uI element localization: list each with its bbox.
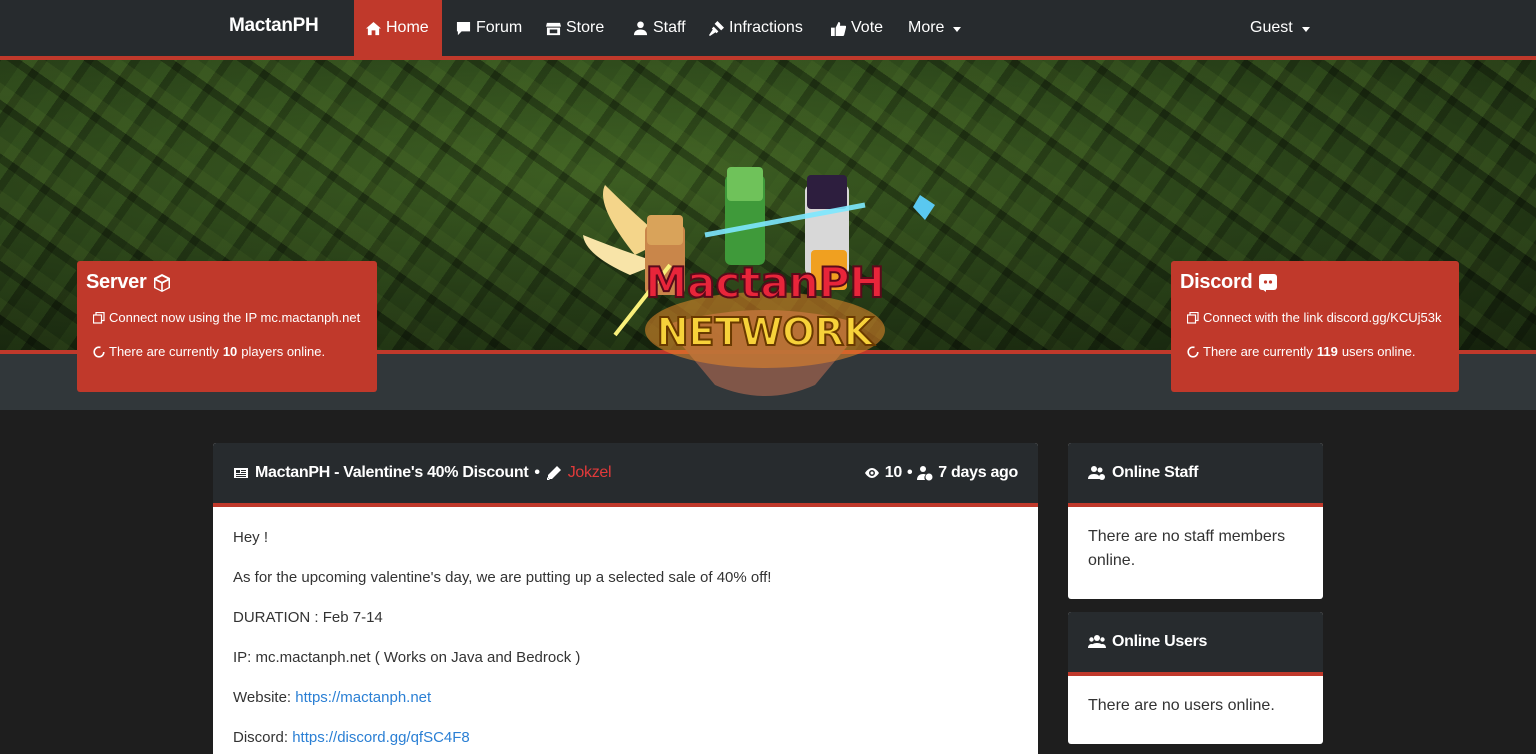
users-cog-icon (1088, 466, 1105, 480)
news-paragraph: Hey ! (233, 529, 269, 546)
gavel-icon (709, 20, 724, 36)
meta-separator: • (906, 464, 913, 481)
comment-icon (456, 21, 471, 35)
online-users-header: Online Users (1068, 612, 1323, 676)
logo-text-top: MactanPH (645, 258, 884, 307)
newspaper-icon (234, 468, 248, 478)
server-connect-line[interactable]: Connect now using the IP mc.mactanph.net (93, 310, 360, 325)
eye-icon (864, 468, 879, 478)
news-post-body: Hey ! As for the upcoming valentine's da… (213, 507, 1038, 754)
store-icon (546, 22, 561, 35)
discord-link[interactable]: https://discord.gg/qfSC4F8 (292, 729, 470, 746)
mactanph-network-logo: MactanPH NETWORK (583, 167, 935, 396)
nav-forum[interactable]: Forum (456, 0, 522, 56)
online-users-card: Online Users There are no users online. (1068, 612, 1323, 744)
cube-icon (154, 273, 171, 292)
online-staff-card: Online Staff There are no staff members … (1068, 443, 1323, 599)
nav-more-label: More (908, 19, 945, 36)
nav-forum-label: Forum (476, 19, 523, 36)
discord-info-card: Discord Connect with the link discord.gg… (1171, 261, 1459, 392)
chevron-down-icon (1301, 26, 1310, 32)
online-users-title: Online Users (1112, 633, 1208, 650)
nav-staff[interactable]: Staff (633, 0, 686, 56)
online-staff-title: Online Staff (1112, 464, 1199, 481)
online-users-body: There are no users online. (1088, 697, 1275, 714)
nav-vote[interactable]: Vote (831, 0, 883, 56)
news-paragraph: DURATION : Feb 7-14 (233, 609, 383, 626)
news-discord-line: Discord: https://discord.gg/qfSC4F8 (233, 729, 470, 746)
logo-text-bottom: NETWORK (657, 310, 875, 354)
spinner-icon (93, 345, 105, 358)
server-info-card: Server Connect now using the IP mc.macta… (77, 261, 377, 392)
news-paragraph: As for the upcoming valentine's day, we … (233, 569, 772, 586)
news-post-author[interactable]: Jokzel (568, 464, 612, 482)
guest-user-dropdown[interactable]: Guest (1250, 0, 1310, 56)
news-view-count: 10 (884, 464, 903, 481)
discord-user-count: 119 (1316, 344, 1338, 359)
server-player-count: 10 (222, 344, 238, 359)
spinner-icon (1187, 345, 1199, 358)
nav-infractions[interactable]: Infractions (709, 0, 803, 56)
thumbs-up-icon (831, 21, 846, 36)
top-navbar: MactanPH Home Forum Store Staff Infracti… (0, 0, 1536, 56)
server-online-line: There are currently 10 players online. (93, 344, 325, 359)
pencil-icon (546, 466, 561, 480)
news-post-time: 7 days ago (938, 464, 1018, 481)
nav-store[interactable]: Store (546, 0, 604, 56)
online-staff-body: There are no staff members online. (1088, 528, 1286, 569)
discord-icon (1259, 273, 1278, 292)
title-separator: • (534, 464, 540, 481)
discord-online-line: There are currently 119 users online. (1187, 344, 1416, 359)
website-link[interactable]: https://mactanph.net (295, 689, 431, 706)
nav-more-dropdown[interactable]: More (908, 0, 962, 56)
server-card-title: Server (86, 271, 368, 294)
discord-card-title: Discord (1180, 271, 1450, 294)
nav-staff-label: Staff (653, 19, 686, 36)
nav-home-label: Home (386, 19, 429, 36)
discord-connect-text: Connect with the link discord.gg/KCUj53k (1203, 310, 1442, 325)
news-website-line: Website: https://mactanph.net (233, 689, 432, 706)
copy-icon (1187, 311, 1199, 324)
news-post-card: MactanPH - Valentine's 40% Discount • Jo… (213, 443, 1038, 754)
chevron-down-icon (953, 26, 962, 32)
nav-home[interactable]: Home (354, 0, 442, 56)
news-post-title[interactable]: MactanPH - Valentine's 40% Discount (255, 464, 529, 482)
copy-icon (93, 311, 105, 324)
nav-store-label: Store (566, 19, 605, 36)
news-paragraph: IP: mc.mactanph.net ( Works on Java and … (233, 649, 581, 666)
site-brand[interactable]: MactanPH (229, 15, 319, 37)
home-icon (366, 21, 381, 35)
online-staff-header: Online Staff (1068, 443, 1323, 507)
user-shield-icon (633, 20, 648, 35)
server-connect-text: Connect now using the IP mc.mactanph.net (109, 310, 361, 325)
guest-label: Guest (1250, 19, 1293, 36)
discord-connect-line[interactable]: Connect with the link discord.gg/KCUj53k (1187, 310, 1441, 325)
user-clock-icon (917, 466, 933, 481)
news-post-header: MactanPH - Valentine's 40% Discount • Jo… (213, 443, 1038, 507)
nav-infractions-label: Infractions (729, 19, 803, 36)
users-icon (1088, 635, 1106, 648)
nav-vote-label: Vote (851, 19, 884, 36)
